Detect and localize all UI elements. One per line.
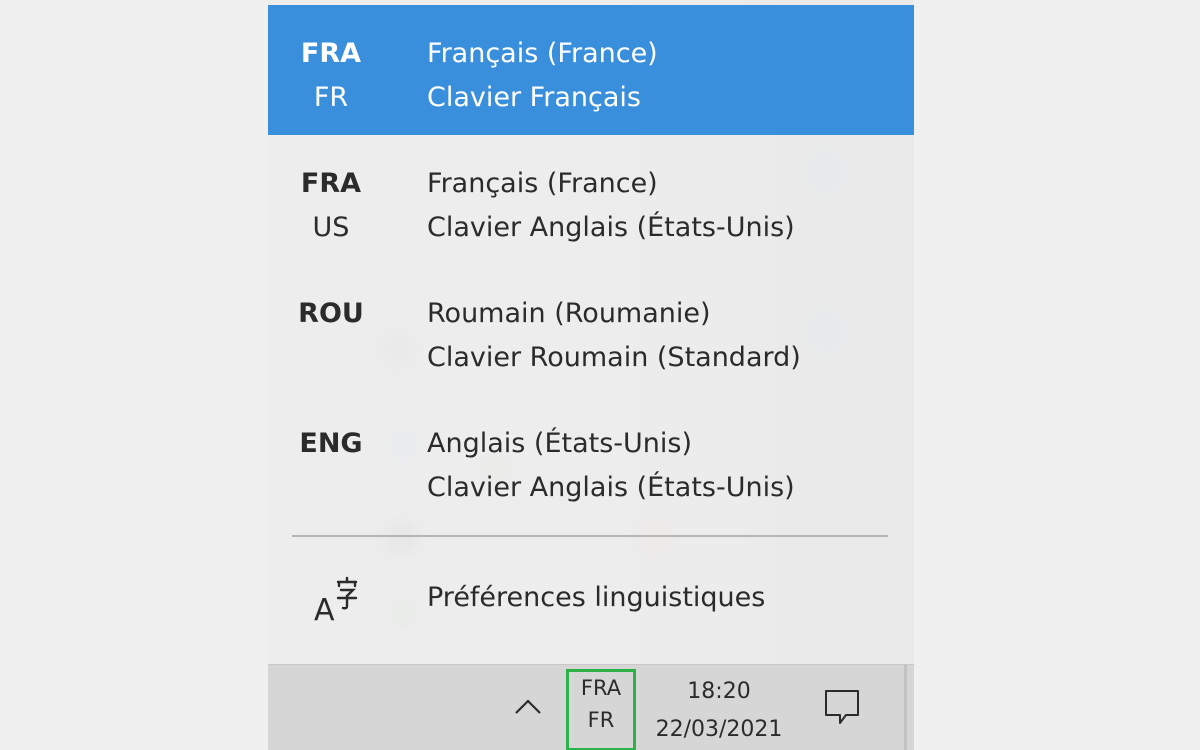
language-preferences-label: Préférences linguistiques xyxy=(427,582,766,613)
clock-time: 18:20 xyxy=(687,679,751,704)
keyboard-name: Clavier Anglais (États-Unis) xyxy=(427,472,795,503)
language-item-rou[interactable]: ROU Roumain (Roumanie) Clavier Roumain (… xyxy=(268,265,914,395)
language-code: ROU xyxy=(298,298,364,329)
language-code: FRA xyxy=(300,38,362,69)
language-name: Anglais (États-Unis) xyxy=(427,428,693,459)
divider xyxy=(292,535,888,537)
language-item-eng[interactable]: ENG Anglais (États-Unis) Clavier Anglais… xyxy=(268,395,914,525)
language-name: Français (France) xyxy=(427,168,658,199)
show-hidden-icons-chevron-icon[interactable] xyxy=(510,689,546,725)
clock-date: 22/03/2021 xyxy=(655,717,783,742)
keyboard-name: Clavier Roumain (Standard) xyxy=(427,342,801,373)
action-center-icon[interactable] xyxy=(822,687,862,727)
clock[interactable]: 18:20 22/03/2021 xyxy=(646,673,792,749)
indicator-language-code: FRA xyxy=(580,676,622,700)
indicator-keyboard-code: FR xyxy=(587,708,615,732)
keyboard-name: Clavier Français xyxy=(427,82,641,113)
input-indicator-button[interactable]: FRA FR xyxy=(566,669,636,750)
language-preferences-link[interactable]: A Préférences linguistiques xyxy=(268,550,914,650)
language-item-fra-us[interactable]: FRA US Français (France) Clavier Anglais… xyxy=(268,135,914,265)
input-language-flyout: FRA FR Français (France) Clavier Françai… xyxy=(268,0,914,664)
language-name: Roumain (Roumanie) xyxy=(427,298,711,329)
screen: FRA FR Français (France) Clavier Françai… xyxy=(268,0,914,750)
show-desktop-edge[interactable] xyxy=(904,665,907,750)
svg-text:A: A xyxy=(314,593,335,624)
keyboard-name: Clavier Anglais (États-Unis) xyxy=(427,212,795,243)
language-item-fra-fr[interactable]: FRA FR Français (France) Clavier Françai… xyxy=(268,5,914,135)
language-name: Français (France) xyxy=(427,38,658,69)
taskbar: FRA FR 18:20 22/03/2021 xyxy=(268,664,914,750)
language-code: FRA xyxy=(300,168,362,199)
language-code: ENG xyxy=(299,428,363,459)
language-preferences-icon: A xyxy=(314,576,358,624)
keyboard-code: FR xyxy=(313,82,349,113)
keyboard-code: US xyxy=(312,212,350,243)
